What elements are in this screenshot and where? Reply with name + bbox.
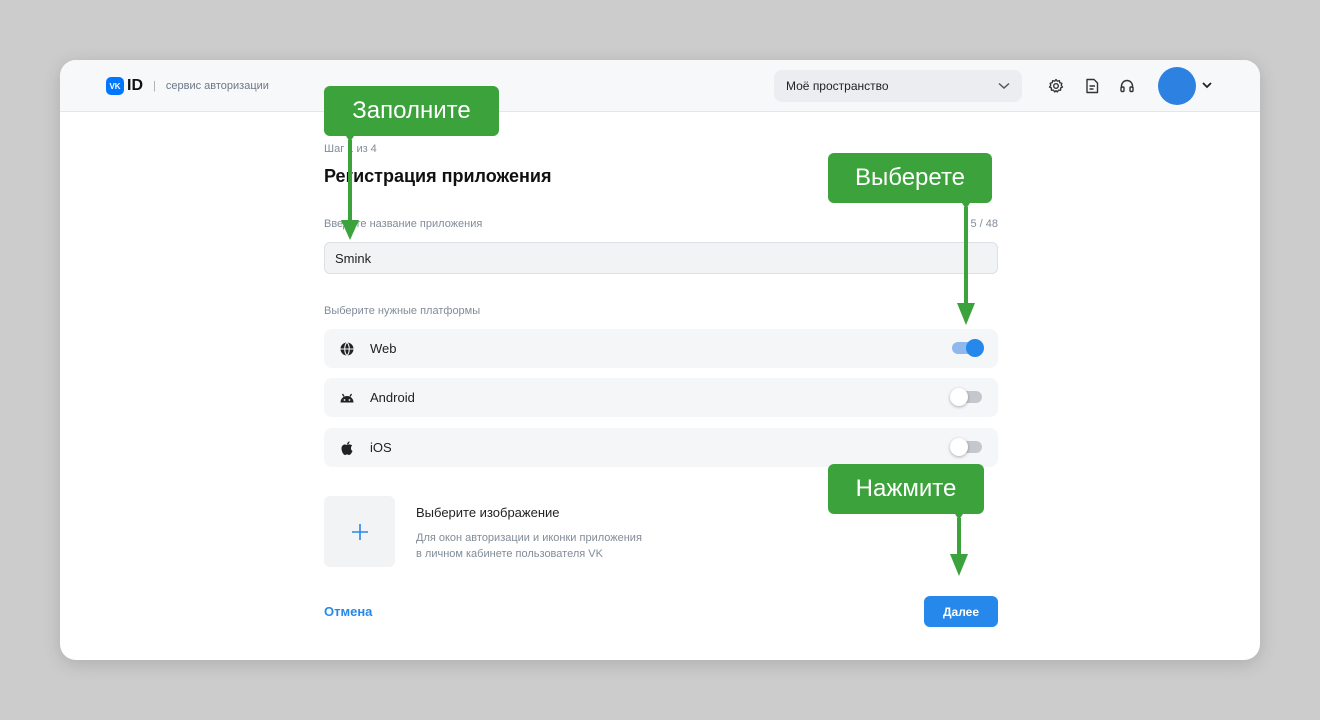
ios-toggle[interactable] [950, 438, 982, 456]
platform-name: Android [370, 390, 415, 405]
platform-row-web[interactable]: Web [324, 329, 998, 368]
callout-fill: Заполните [324, 86, 499, 136]
platform-name: iOS [370, 440, 392, 455]
app-window: VK ID | сервис авторизации Моё пространс… [60, 60, 1260, 660]
web-toggle[interactable] [952, 339, 984, 357]
platform-row-android[interactable]: Android [324, 378, 998, 417]
gear-icon[interactable] [1046, 76, 1066, 96]
image-description: Для окон авторизации и иконки приложения… [416, 530, 716, 562]
callout-choose: Выберете [828, 153, 992, 203]
android-icon [338, 389, 356, 407]
support-headset-icon[interactable] [1117, 76, 1137, 96]
plus-icon [351, 523, 368, 540]
toggle-knob [950, 388, 968, 406]
image-upload-button[interactable] [324, 496, 395, 567]
arrow-down-icon [341, 136, 359, 240]
chevron-down-icon [998, 82, 1010, 90]
registration-form: Шаг 1 из 4 Регистрация приложения Введит… [324, 60, 998, 660]
cancel-link[interactable]: Отмена [324, 604, 372, 619]
image-description-line: в личном кабинете пользователя VK [416, 548, 603, 560]
android-toggle[interactable] [950, 388, 982, 406]
user-avatar[interactable] [1158, 67, 1196, 105]
image-title: Выберите изображение [416, 505, 560, 520]
callout-press: Нажмите [828, 464, 984, 514]
apple-icon [338, 439, 356, 457]
toggle-knob [950, 438, 968, 456]
chevron-down-icon[interactable] [1200, 78, 1214, 92]
app-name-input[interactable] [324, 242, 998, 274]
logo-id-text: ID [127, 77, 143, 94]
vk-logo-badge: VK [106, 77, 124, 95]
next-button[interactable]: Далее [924, 596, 998, 627]
platforms-label: Выберите нужные платформы [324, 305, 481, 317]
arrow-down-icon [950, 514, 968, 576]
platform-name: Web [370, 341, 397, 356]
arrow-down-icon [957, 203, 975, 325]
vk-id-logo[interactable]: VK ID | сервис авторизации [106, 77, 269, 95]
document-icon[interactable] [1082, 76, 1102, 96]
globe-icon [338, 340, 356, 358]
platform-row-ios[interactable]: iOS [324, 428, 998, 467]
toggle-knob [966, 339, 984, 357]
logo-subtitle: сервис авторизации [165, 80, 269, 92]
logo-separator: | [153, 80, 156, 92]
image-description-line: Для окон авторизации и иконки приложения [416, 532, 642, 544]
